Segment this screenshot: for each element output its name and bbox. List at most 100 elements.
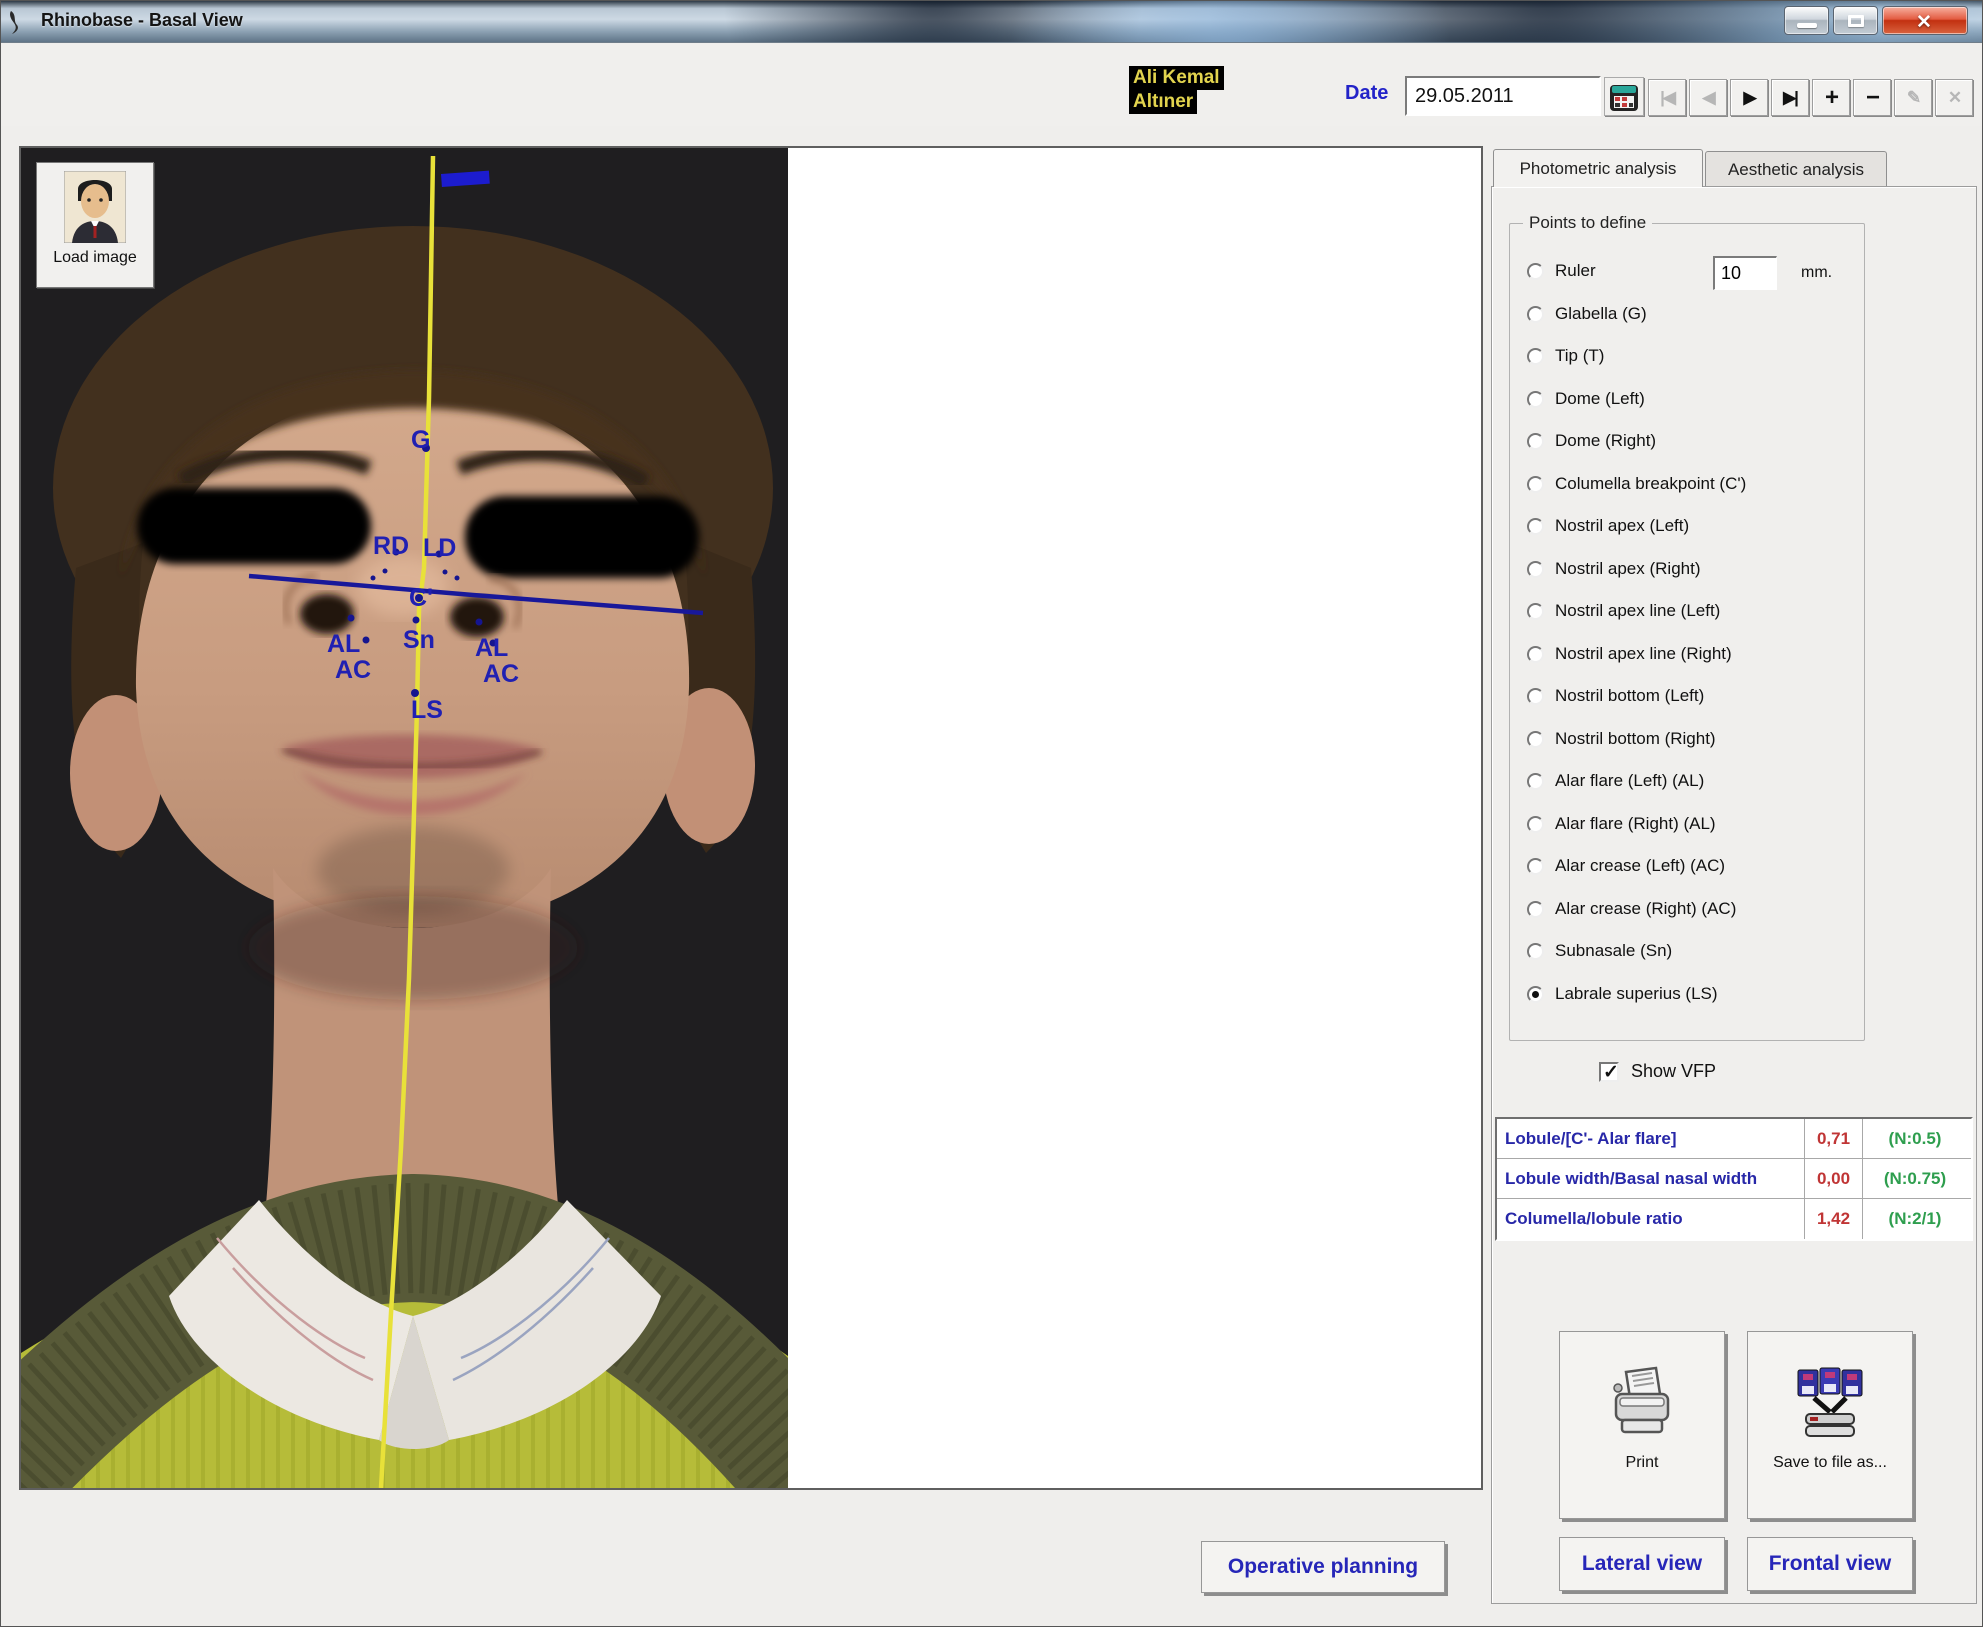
nav-last-icon: ▶| [1783,88,1797,108]
radio-nostril-bottom-left[interactable]: Nostril bottom (Left) [1527,684,1704,708]
radio-icon [1527,731,1544,748]
nav-first-button[interactable]: |◀ [1648,79,1686,116]
radio-glabella[interactable]: Glabella (G) [1527,302,1647,326]
patient-name-line1: Ali Kemal [1129,66,1224,90]
radio-ruler[interactable]: Ruler [1527,259,1596,283]
maximize-button[interactable] [1833,6,1878,35]
results-table: Lobule/[C'- Alar flare] 0,71 (N:0.5) Lob… [1495,1117,1973,1241]
date-label: Date [1345,82,1388,105]
nav-delete-button[interactable]: − [1853,79,1891,116]
nav-last-button[interactable]: ▶| [1771,79,1809,116]
landmark-label-c: C' [409,584,433,612]
nav-delete-icon: − [1866,84,1878,112]
landmark-label-ls: LS [411,696,443,724]
print-button[interactable]: Print [1559,1331,1725,1519]
table-row: Lobule width/Basal nasal width 0,00 (N:0… [1497,1159,1971,1199]
title-bar: Rhinobase - Basal View ✕ [1,1,1983,43]
radio-tip[interactable]: Tip (T) [1527,344,1604,368]
radio-icon [1527,816,1544,833]
result-value: 0,71 [1805,1119,1863,1158]
landmark-label-ac-left: AC [335,656,371,684]
landmark-label-sn: Sn [403,626,435,654]
close-button[interactable]: ✕ [1882,6,1968,35]
tab-aesthetic-analysis[interactable]: Aesthetic analysis [1705,151,1887,187]
radio-icon [1527,348,1544,365]
nav-prior-icon: ◀ [1702,88,1713,108]
operative-planning-button[interactable]: Operative planning [1201,1541,1445,1593]
tab-photometric-label: Photometric analysis [1520,159,1677,179]
ruler-unit-label: mm. [1801,264,1832,282]
minimize-icon [1797,23,1817,28]
tab-photometric-analysis[interactable]: Photometric analysis [1493,149,1703,187]
radio-alar-flare-left[interactable]: Alar flare (Left) (AL) [1527,769,1704,793]
basal-photo-canvas[interactable]: G RD LD C' AL AC Sn AL AC LS [21,148,788,1488]
printer-icon [1604,1364,1680,1440]
result-norm: (N:0.5) [1863,1119,1967,1158]
radio-alar-crease-left[interactable]: Alar crease (Left) (AC) [1527,854,1725,878]
load-image-label: Load image [53,249,137,267]
nostril-left [300,594,354,634]
landmark-label-ac-right: AC [483,660,519,688]
load-image-button[interactable]: Load image [36,162,154,288]
landmark-label-al-left: AL [327,630,360,658]
radio-icon [1527,858,1544,875]
save-to-file-button[interactable]: Save to file as... [1747,1331,1913,1519]
window-title: Rhinobase - Basal View [41,10,243,31]
radio-nostril-apex-line-left[interactable]: Nostril apex line (Left) [1527,599,1720,623]
image-frame: G RD LD C' AL AC Sn AL AC LS [19,146,1483,1490]
landmark-label-al-right: AL [475,634,508,662]
result-value: 1,42 [1805,1199,1863,1239]
radio-columella-breakpoint[interactable]: Columella breakpoint (C') [1527,472,1746,496]
radio-nostril-apex-right[interactable]: Nostril apex (Right) [1527,557,1701,581]
show-vfp-label: Show VFP [1631,1061,1716,1082]
radio-alar-flare-right[interactable]: Alar flare (Right) (AL) [1527,812,1716,836]
nav-next-icon: ▶ [1743,88,1754,108]
lateral-view-button[interactable]: Lateral view [1559,1537,1725,1591]
radio-icon [1527,901,1544,918]
nav-cancel-button[interactable]: ✕ [1935,79,1973,116]
nav-first-icon: |◀ [1660,88,1674,108]
patient-name-line2: Altıner [1129,90,1197,114]
maximize-icon [1848,15,1864,27]
nav-edit-icon: ✎ [1907,88,1919,108]
ruler-length-input[interactable] [1713,256,1777,290]
nav-edit-button[interactable]: ✎ [1894,79,1932,116]
radio-icon [1527,476,1544,493]
date-input[interactable] [1405,76,1601,116]
radio-nostril-apex-line-right[interactable]: Nostril apex line (Right) [1527,642,1732,666]
points-group-title: Points to define [1523,213,1652,233]
frontal-view-button[interactable]: Frontal view [1747,1537,1913,1591]
landmark-label-rd: RD [373,532,409,560]
nav-insert-button[interactable]: + [1812,79,1850,116]
radio-labrale-superius[interactable]: Labrale superius (LS) [1527,982,1718,1006]
rhinobase-window: Rhinobase - Basal View ✕ Ali Kemal Altın… [0,0,1983,1627]
app-icon [7,9,31,35]
print-label: Print [1626,1454,1659,1472]
nav-prior-button[interactable]: ◀ [1689,79,1727,116]
radio-dome-right[interactable]: Dome (Right) [1527,429,1656,453]
radio-nostril-apex-left[interactable]: Nostril apex (Left) [1527,514,1689,538]
radio-alar-crease-right[interactable]: Alar crease (Right) (AC) [1527,897,1736,921]
result-label: Columella/lobule ratio [1497,1199,1805,1239]
radio-subnasale[interactable]: Subnasale (Sn) [1527,939,1672,963]
calendar-button[interactable] [1604,77,1644,116]
portrait-icon [64,171,126,243]
result-norm: (N:2/1) [1863,1199,1967,1239]
result-label: Lobule width/Basal nasal width [1497,1159,1805,1198]
patient-name: Ali Kemal Altıner [1129,66,1224,114]
radio-icon [1527,518,1544,535]
calendar-icon [1606,79,1642,115]
radio-icon [1527,646,1544,663]
nav-cancel-icon: ✕ [1948,88,1960,108]
show-vfp-toggle[interactable]: Show VFP [1599,1061,1716,1082]
radio-icon [1527,391,1544,408]
radio-dome-left[interactable]: Dome (Left) [1527,387,1645,411]
radio-icon [1527,688,1544,705]
nav-next-button[interactable]: ▶ [1730,79,1768,116]
lateral-view-label: Lateral view [1582,1552,1702,1576]
checkbox-icon [1599,1062,1619,1082]
close-icon: ✕ [1916,11,1932,34]
nostril-right [450,597,504,637]
minimize-button[interactable] [1784,6,1829,35]
radio-nostril-bottom-right[interactable]: Nostril bottom (Right) [1527,727,1716,751]
